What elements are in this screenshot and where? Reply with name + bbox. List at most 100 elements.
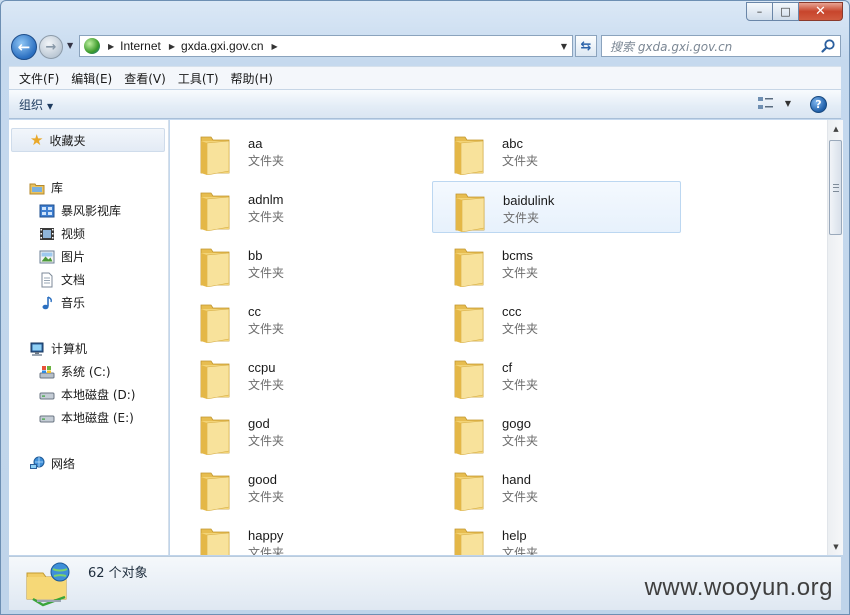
- nav-drive-d[interactable]: 本地磁盘 (D:): [39, 386, 135, 403]
- nav-item-music[interactable]: 音乐: [39, 294, 85, 311]
- recent-pages-dropdown[interactable]: ▼: [67, 41, 73, 50]
- folder-item[interactable]: gogo 文件夹: [432, 405, 681, 457]
- breadcrumb-chevron-icon[interactable]: ▶: [108, 42, 114, 51]
- vertical-scrollbar[interactable]: ▲ ▼: [827, 120, 843, 555]
- folder-icon: [454, 136, 484, 175]
- forward-button[interactable]: →: [39, 35, 63, 59]
- nav-item-pictures[interactable]: 图片: [39, 248, 85, 265]
- folder-item[interactable]: god 文件夹: [178, 405, 427, 457]
- folder-name: happy: [248, 528, 284, 543]
- network-icon: [30, 456, 45, 469]
- nav-item-documents[interactable]: 文档: [39, 271, 85, 288]
- menu-tools[interactable]: 工具(T): [172, 70, 225, 87]
- folder-item[interactable]: good 文件夹: [178, 461, 427, 513]
- menu-bar: 文件(F) 编辑(E) 查看(V) 工具(T) 帮助(H): [9, 66, 841, 89]
- folder-item[interactable]: bcms 文件夹: [432, 237, 681, 289]
- nav-drive-e[interactable]: 本地磁盘 (E:): [39, 409, 134, 426]
- folder-item[interactable]: help 文件夹: [432, 517, 681, 555]
- nav-item-baofeng[interactable]: 暴风影视库: [39, 202, 121, 219]
- folder-type: 文件夹: [503, 211, 540, 225]
- scrollbar-thumb[interactable]: [829, 140, 842, 235]
- maximize-button[interactable]: □: [773, 2, 799, 21]
- folder-item[interactable]: cf 文件夹: [432, 349, 681, 401]
- nav-item-label: 系统 (C:): [61, 365, 111, 379]
- nav-item-label: 音乐: [61, 296, 86, 310]
- address-history-dropdown[interactable]: ▼: [556, 36, 572, 56]
- folder-item[interactable]: adnlm 文件夹: [178, 181, 427, 233]
- help-icon[interactable]: ?: [810, 96, 827, 113]
- internet-globe-icon: [84, 38, 100, 54]
- nav-libraries[interactable]: 库: [29, 179, 63, 196]
- chevron-down-icon[interactable]: ▼: [785, 99, 791, 108]
- search-placeholder: 搜索 gxda.gxi.gov.cn: [610, 39, 733, 54]
- refresh-button[interactable]: ⇆: [575, 35, 597, 57]
- nav-item-label: 视频: [61, 227, 86, 241]
- organize-button[interactable]: 组织 ▼: [19, 96, 53, 113]
- caption-buttons: – □ ✕: [746, 2, 843, 21]
- nav-item-videos[interactable]: 视频: [39, 225, 85, 242]
- library-icon: [29, 183, 45, 194]
- nav-drive-c[interactable]: 系统 (C:): [39, 363, 111, 380]
- nav-item-label: 暴风影视库: [61, 204, 122, 218]
- folder-name: hand: [502, 472, 531, 487]
- folder-name: help: [502, 528, 527, 543]
- command-bar: 组织 ▼ ▼ ?: [9, 89, 841, 119]
- nav-favorites[interactable]: ★ 收藏夹: [11, 128, 165, 152]
- folder-icon: [454, 304, 484, 343]
- folder-item[interactable]: baidulink 文件夹: [432, 181, 681, 233]
- folder-icon: [454, 528, 484, 555]
- folder-name: god: [248, 416, 270, 431]
- menu-view[interactable]: 查看(V): [118, 70, 172, 87]
- folder-item[interactable]: aa 文件夹: [178, 125, 427, 177]
- folder-item[interactable]: bb 文件夹: [178, 237, 427, 289]
- folder-icon: [200, 136, 230, 175]
- folder-item[interactable]: hand 文件夹: [432, 461, 681, 513]
- folder-icon: [454, 416, 484, 455]
- menu-file[interactable]: 文件(F): [13, 70, 65, 87]
- folder-icon: [200, 304, 230, 343]
- folder-item[interactable]: ccc 文件夹: [432, 293, 681, 345]
- folder-icon: [454, 248, 484, 287]
- close-button[interactable]: ✕: [799, 2, 843, 21]
- view-tiles-icon: [757, 97, 773, 109]
- breadcrumb-chevron-icon[interactable]: ▶: [272, 42, 278, 51]
- scroll-up-icon[interactable]: ▲: [828, 120, 844, 137]
- folder-type: 文件夹: [248, 546, 285, 555]
- breadcrumb-internet[interactable]: Internet: [120, 39, 161, 53]
- breadcrumb-chevron-icon[interactable]: ▶: [169, 42, 175, 51]
- address-bar[interactable]: ▶ Internet ▶ gxda.gxi.gov.cn ▶ ▼: [79, 35, 573, 57]
- folder-item[interactable]: ccpu 文件夹: [178, 349, 427, 401]
- folder-type: 文件夹: [502, 434, 539, 448]
- folder-name: abc: [502, 136, 523, 151]
- item-count: 62 个对象: [88, 566, 148, 581]
- folder-name: ccpu: [248, 360, 276, 375]
- star-icon: ★: [30, 131, 44, 149]
- scroll-down-icon[interactable]: ▼: [828, 538, 844, 555]
- folder-name: cf: [502, 360, 513, 375]
- nav-network-label: 网络: [51, 457, 76, 471]
- menu-help[interactable]: 帮助(H): [225, 70, 279, 87]
- folder-name: baidulink: [503, 193, 555, 208]
- search-icon[interactable]: [820, 38, 836, 54]
- chevron-down-icon: ▼: [47, 101, 54, 111]
- search-input[interactable]: 搜索 gxda.gxi.gov.cn: [601, 35, 841, 57]
- picture-icon: [39, 250, 55, 263]
- folder-item[interactable]: cc 文件夹: [178, 293, 427, 345]
- arrow-left-icon: ←: [17, 38, 31, 56]
- nav-item-label: 图片: [61, 250, 86, 264]
- folder-item[interactable]: abc 文件夹: [432, 125, 681, 177]
- minimize-button[interactable]: –: [746, 2, 773, 21]
- grip-icon: [833, 184, 839, 192]
- menu-edit[interactable]: 编辑(E): [65, 70, 118, 87]
- folder-type: 文件夹: [502, 378, 539, 392]
- breadcrumb-host[interactable]: gxda.gxi.gov.cn: [181, 39, 264, 53]
- address-row: ← → ▼ ▶ Internet ▶ gxda.gxi.gov.cn ▶ ▼ ⇆…: [9, 32, 841, 62]
- folder-item[interactable]: happy 文件夹: [178, 517, 427, 555]
- hard-drive-icon: [39, 415, 55, 422]
- nav-computer[interactable]: 计算机: [29, 340, 87, 357]
- back-button[interactable]: ←: [11, 34, 37, 60]
- nav-network[interactable]: 网络: [29, 455, 75, 472]
- change-view-button[interactable]: ▼: [757, 96, 791, 110]
- folder-type: 文件夹: [248, 490, 285, 504]
- nav-libraries-label: 库: [51, 181, 64, 195]
